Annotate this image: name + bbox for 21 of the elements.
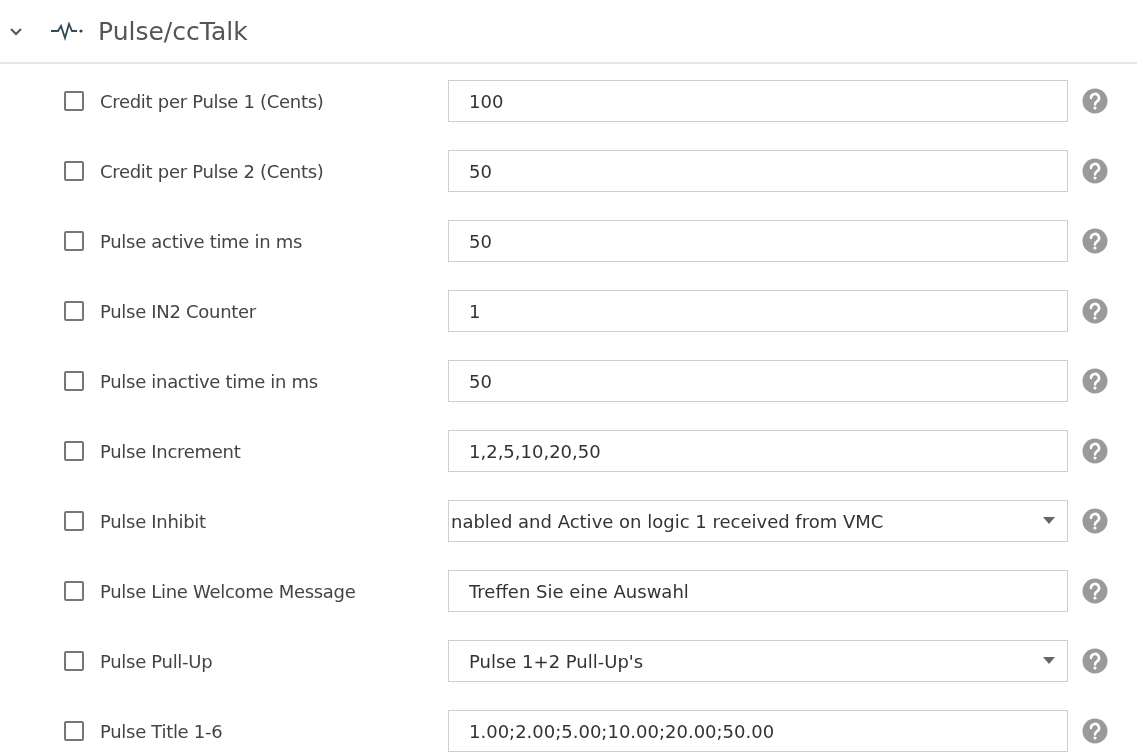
setting-label: Pulse active time in ms: [100, 230, 304, 252]
setting-label: Credit per Pulse 1 (Cents): [100, 90, 325, 112]
section-title: Pulse/ccTalk: [98, 16, 248, 46]
setting-label: Pulse Line Welcome Message: [100, 580, 357, 602]
dropdown[interactable]: nabled and Active on logic 1 received from VMC: [448, 500, 1068, 542]
input-field[interactable]: 50: [448, 220, 1068, 262]
input-field[interactable]: 1,2,5,10,20,50: [448, 430, 1068, 472]
setting-label: Pulse Inhibit: [100, 510, 207, 532]
setting-label: Credit per Pulse 2 (Cents): [100, 160, 325, 182]
input-field[interactable]: 50: [448, 150, 1068, 192]
setting-label: Pulse IN2 Counter: [100, 300, 257, 322]
setting-label: Pulse Title 1-6: [100, 720, 224, 742]
input-field[interactable]: 1: [448, 290, 1068, 332]
setting-label: Pulse Increment: [100, 440, 242, 462]
setting-label: Pulse Pull-Up: [100, 650, 214, 672]
input-field[interactable]: Treffen Sie eine Auswahl: [448, 570, 1068, 612]
dropdown[interactable]: Pulse 1+2 Pull-Up's: [448, 640, 1068, 682]
input-field[interactable]: 50: [448, 360, 1068, 402]
input-field[interactable]: 1.00;2.00;5.00;10.00;20.00;50.00: [448, 710, 1068, 752]
setting-label: Pulse inactive time in ms: [100, 370, 319, 392]
input-field[interactable]: 100: [448, 80, 1068, 122]
